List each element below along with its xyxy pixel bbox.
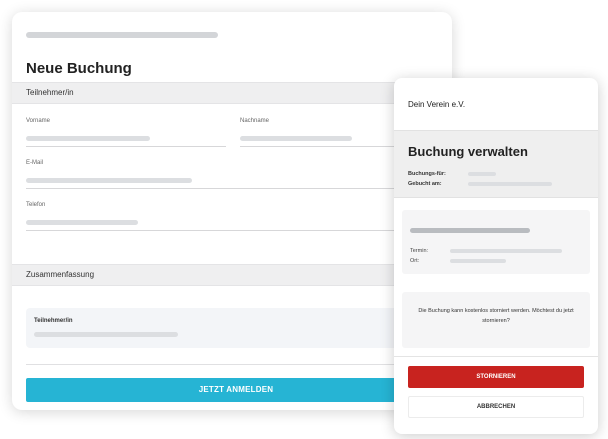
booked-at-label: Gebucht am: bbox=[408, 181, 442, 187]
header-placeholder bbox=[26, 32, 218, 38]
manage-booking-header: Buchung verwalten Buchungs-für: Gebucht … bbox=[394, 130, 598, 198]
phone-label: Telefon bbox=[26, 202, 46, 208]
summary-participant-label: Teilnehmer/in bbox=[34, 318, 73, 324]
cancellation-info-box: Die Buchung kann kostenlos storniert wer… bbox=[402, 292, 590, 348]
last-name-label: Nachname bbox=[240, 118, 270, 124]
manage-booking-panel: Dein Verein e.V. Buchung verwalten Buchu… bbox=[394, 78, 598, 434]
manage-booking-title: Buchung verwalten bbox=[408, 144, 528, 159]
phone-field[interactable] bbox=[26, 230, 436, 231]
email-value bbox=[26, 178, 192, 183]
phone-value bbox=[26, 220, 138, 225]
org-name: Dein Verein e.V. bbox=[408, 100, 466, 109]
location-label: Ort: bbox=[410, 258, 420, 264]
event-title-placeholder bbox=[410, 228, 530, 233]
booked-for-label: Buchungs-für: bbox=[408, 171, 446, 177]
booking-form-card: Neue Buchung Teilnehmer/in Vorname Nachn… bbox=[12, 12, 452, 410]
submit-registration-button[interactable]: JETZT ANMELDEN bbox=[26, 378, 446, 402]
abort-button[interactable]: ABBRECHEN bbox=[408, 396, 584, 418]
booking-details-box: Termin: Ort: bbox=[402, 210, 590, 274]
summary-divider bbox=[26, 364, 436, 365]
booked-for-value bbox=[468, 172, 496, 176]
date-value bbox=[450, 249, 562, 253]
form-title: Neue Buchung bbox=[26, 60, 132, 77]
booked-at-value bbox=[468, 182, 552, 186]
summary-box: Teilnehmer/in bbox=[26, 308, 436, 348]
location-value bbox=[450, 259, 506, 263]
summary-participant-value bbox=[34, 332, 178, 337]
first-name-label: Vorname bbox=[26, 118, 51, 124]
date-label: Termin: bbox=[410, 248, 429, 254]
cancel-booking-button[interactable]: STORNIEREN bbox=[408, 366, 584, 388]
first-name-value bbox=[26, 136, 150, 141]
participant-section-header: Teilnehmer/in bbox=[12, 82, 452, 104]
email-field[interactable] bbox=[26, 188, 436, 189]
last-name-value bbox=[240, 136, 352, 141]
first-name-field[interactable] bbox=[26, 146, 226, 147]
panel-divider bbox=[394, 356, 598, 357]
summary-section-header: Zusammenfassung bbox=[12, 264, 452, 286]
email-label: E-Mail bbox=[26, 160, 44, 166]
cancellation-info-text: Die Buchung kann kostenlos storniert wer… bbox=[418, 308, 574, 324]
